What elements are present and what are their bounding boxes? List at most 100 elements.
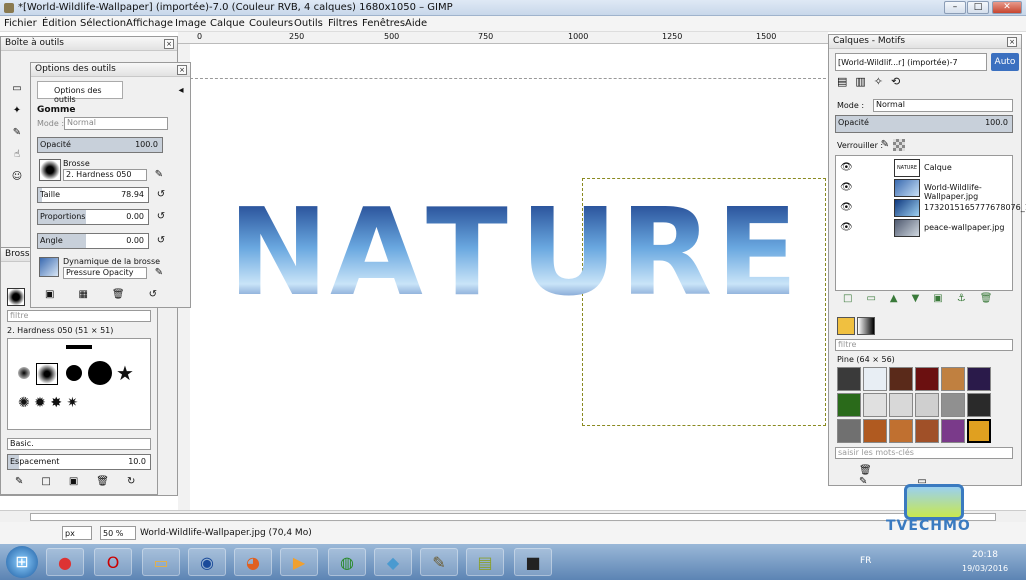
tab-menu-icon[interactable]: ◂ (175, 85, 187, 97)
notes-task-icon[interactable]: ▤ (466, 548, 504, 576)
canvas-area[interactable]: N A T U R E (190, 44, 826, 510)
menu-colors[interactable]: Couleurs (249, 18, 293, 29)
star-brush-icon[interactable]: ★ (116, 361, 134, 385)
patterns-tab-icon[interactable] (837, 317, 855, 335)
lock-alpha-icon[interactable] (893, 139, 905, 151)
close-options-icon[interactable]: × (177, 65, 187, 75)
menu-edit[interactable]: Édition (42, 18, 77, 29)
layer-row[interactable]: 👁 World-Wildlife-Wallpaper.jpg (836, 178, 1012, 201)
clock-date[interactable]: 19/03/2016 (962, 564, 1008, 573)
firefox-task-icon[interactable]: ◕ (234, 548, 272, 576)
scrollbar-track[interactable] (30, 513, 996, 521)
globe-task-icon[interactable]: ◍ (328, 548, 366, 576)
reset-angle-icon[interactable]: ↺ (155, 235, 167, 247)
pattern-swatch[interactable] (837, 419, 861, 443)
menu-select[interactable]: Sélection (80, 18, 126, 29)
pattern-swatch[interactable] (863, 419, 887, 443)
menu-filters[interactable]: Filtres (328, 18, 358, 29)
horizontal-scrollbar[interactable] (0, 510, 1026, 522)
eye-icon[interactable]: 👁 (840, 202, 853, 214)
brush-filter-input[interactable]: filtre (7, 310, 151, 322)
layer-mode-select[interactable]: Normal (873, 99, 1013, 112)
layer-row[interactable]: 👁 peace-wallpaper.jpg (836, 218, 1012, 238)
pattern-swatch[interactable] (941, 419, 965, 443)
layer-row[interactable]: 👁 1732015165777678076_12_17... (836, 198, 1026, 218)
pattern-swatch[interactable] (915, 393, 939, 417)
horizontal-ruler[interactable]: 0 250 500 750 1000 1250 1500 (178, 32, 828, 44)
reset-size-icon[interactable]: ↺ (155, 189, 167, 201)
folder-task-icon[interactable]: ▭ (142, 548, 180, 576)
selected-pattern-swatch[interactable] (967, 419, 991, 443)
zoom-select[interactable]: 50 % (100, 526, 136, 540)
pattern-filter-input[interactable]: filtre (835, 339, 1013, 351)
start-button[interactable]: ⊞ (6, 546, 38, 578)
layer-actions[interactable]: □▭▲▼▣⚓🗑 (843, 293, 1006, 304)
chrome-task-icon[interactable]: ● (46, 548, 84, 576)
pattern-swatch[interactable] (863, 367, 887, 391)
tab-tool-options[interactable]: Options des outils (37, 81, 123, 104)
media-task-icon[interactable]: ▶ (280, 548, 318, 576)
menu-view[interactable]: Affichage (126, 18, 173, 29)
pattern-swatch[interactable] (915, 367, 939, 391)
mode-select[interactable]: Normal (64, 117, 168, 130)
smudge-icon[interactable]: ☝ (11, 149, 23, 161)
ratio-slider[interactable]: Proportions 0.00 (37, 209, 149, 225)
active-brush-preview[interactable] (7, 288, 25, 306)
lock-pixels-icon[interactable]: ✎ (879, 139, 891, 151)
fuzzy-select-icon[interactable]: ✦ (11, 105, 23, 117)
opacity-slider[interactable]: Opacité 100.0 (37, 137, 163, 153)
pattern-swatch[interactable] (863, 393, 887, 417)
pattern-tags-input[interactable]: saisir les mots-clés (835, 447, 1013, 459)
size-slider[interactable]: Taille 78.94 (37, 187, 149, 203)
layers-list[interactable]: 👁 NATURE Calque 👁 World-Wildlife-Wallpap… (835, 155, 1026, 291)
pattern-swatch[interactable] (915, 419, 939, 443)
language-indicator[interactable]: FR (860, 556, 871, 566)
pattern-grid[interactable] (837, 367, 997, 443)
brush-preset-select[interactable]: Basic. (7, 438, 151, 450)
menu-image[interactable]: Image (175, 18, 206, 29)
dynamics-preview[interactable] (39, 257, 59, 277)
dynamics-field[interactable]: Pressure Opacity (63, 267, 147, 279)
brush-actions[interactable]: ✎□▣🗑↻ (15, 476, 153, 487)
dock-tabs[interactable]: ▤▥✧⟲ (837, 75, 908, 88)
image-select[interactable]: [World-Wildlif...r] (importée)-7 (835, 53, 987, 71)
selected-brush[interactable] (36, 363, 58, 385)
pattern-swatch[interactable] (941, 367, 965, 391)
brush-name-field[interactable]: 2. Hardness 050 (63, 169, 147, 181)
reset-ratio-icon[interactable]: ↺ (155, 211, 167, 223)
brush-grid[interactable]: ★ ✺ ✹ ✸ ✷ (7, 338, 151, 430)
camera-task-icon[interactable]: ■ (514, 548, 552, 576)
eye-icon[interactable]: 👁 (840, 182, 853, 194)
app-task-icon[interactable]: ◆ (374, 548, 412, 576)
opera-task-icon[interactable]: O (94, 548, 132, 576)
gimp-task-icon[interactable]: ✎ (420, 548, 458, 576)
pattern-swatch[interactable] (889, 367, 913, 391)
person-icon[interactable]: ☺ (11, 171, 23, 183)
pattern-swatch[interactable] (967, 393, 991, 417)
pattern-swatch[interactable] (837, 393, 861, 417)
network-task-icon[interactable]: ◉ (188, 548, 226, 576)
pattern-swatch[interactable] (889, 393, 913, 417)
eye-icon[interactable]: 👁 (840, 162, 853, 174)
pattern-swatch[interactable] (837, 367, 861, 391)
minimize-button[interactable]: – (944, 1, 966, 14)
menu-layer[interactable]: Calque (210, 18, 245, 29)
auto-button[interactable]: Auto (991, 53, 1019, 71)
rect-select-icon[interactable]: ▭ (11, 83, 23, 95)
options-actions[interactable]: ▣▦🗑↺ (45, 289, 181, 300)
gradients-tab-icon[interactable] (857, 317, 875, 335)
angle-slider[interactable]: Angle 0.00 (37, 233, 149, 249)
edit-brush-icon[interactable]: ✎ (153, 169, 165, 181)
unit-select[interactable]: px (62, 526, 92, 540)
menu-file[interactable]: Fichier (4, 18, 37, 29)
menu-tools[interactable]: Outils (294, 18, 323, 29)
menu-windows[interactable]: Fenêtres (362, 18, 405, 29)
edit-dynamics-icon[interactable]: ✎ (153, 267, 165, 279)
menu-help[interactable]: Aide (405, 18, 427, 29)
close-button[interactable]: ✕ (992, 1, 1022, 14)
pattern-swatch[interactable] (889, 419, 913, 443)
layer-row[interactable]: 👁 NATURE Calque (836, 158, 1012, 178)
close-dock-icon[interactable]: × (164, 39, 174, 49)
pattern-swatch[interactable] (941, 393, 965, 417)
clock-time[interactable]: 20:18 (972, 550, 998, 560)
